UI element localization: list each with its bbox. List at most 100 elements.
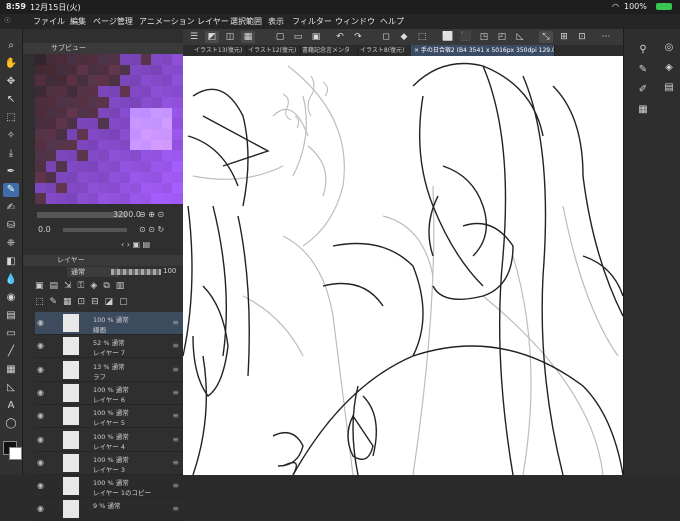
selection-tool-icon[interactable]: ⬚ (3, 111, 19, 125)
ruler-snap-icon[interactable]: ◺ (513, 31, 527, 43)
menu-window[interactable]: ウィンドウ (335, 16, 375, 27)
companion-icon[interactable]: ◫ (223, 31, 237, 43)
menu-page[interactable]: ページ管理 (93, 16, 133, 27)
layer-property-icon[interactable]: ▤ (662, 81, 676, 95)
clear-icon[interactable]: ◻ (379, 31, 393, 43)
app-logo-icon[interactable]: ☉ (4, 16, 11, 25)
ruler-tool-icon[interactable]: ◺ (3, 381, 19, 395)
zoom-controls-icon[interactable]: ⊖ ⊕ ⊙ (139, 210, 164, 220)
tab-illust8[interactable]: イラスト8(復元) (357, 45, 413, 56)
layer-row[interactable]: ◉ 9 % 通常 ≡ (35, 498, 183, 521)
snap-ruler-icon[interactable]: ⊡ (575, 31, 589, 43)
visibility-eye-icon[interactable]: ◉ (37, 318, 44, 327)
brush-tool-icon[interactable]: ✍ (3, 201, 19, 215)
tab-illust13[interactable]: イラスト13(復元) (191, 45, 247, 56)
redo-icon[interactable]: ↷ (351, 31, 365, 43)
subview-thumbnail[interactable] (35, 54, 183, 204)
rotation-controls-icon[interactable]: ⊙ ⊙ ↻ (139, 225, 164, 235)
menu-file[interactable]: ファイル (33, 16, 65, 27)
deselect-icon[interactable]: ⬜ (441, 31, 455, 43)
tab-active-document[interactable]: × 手の日合宿2 (B4 3541 x 5016px 350dpi 129.0%… (411, 45, 555, 56)
rotation-slider[interactable] (63, 228, 127, 232)
grid-icon[interactable]: ▦ (241, 31, 255, 43)
sub-tool-icon[interactable]: ✎ (636, 63, 650, 77)
quick-access-icon[interactable]: ◩ (205, 31, 219, 43)
color-set-icon[interactable]: ◈ (662, 61, 676, 75)
nav-extra-icons[interactable]: ‹ › ▣ ▤ (121, 240, 150, 250)
snap-special-icon[interactable]: ⤡ (539, 31, 553, 43)
blend-tool-icon[interactable]: 💧 (3, 273, 19, 287)
eyedropper-icon[interactable]: ⤓ (3, 147, 19, 161)
layer-row[interactable]: ◉ 100 % 通常 レイヤー 6 ≡ (35, 382, 183, 405)
opacity-slider[interactable] (111, 269, 161, 275)
layer-menu-icon[interactable]: ≡ (172, 458, 179, 467)
color-wheel-icon[interactable]: ◎ (662, 41, 676, 55)
pencil-tool-icon[interactable]: ✎ (3, 183, 19, 197)
select-layer-icon[interactable]: ◳ (477, 31, 491, 43)
more-icon[interactable]: ⋯ (599, 31, 613, 43)
visibility-eye-icon[interactable]: ◉ (37, 504, 44, 513)
visibility-eye-icon[interactable]: ◉ (37, 388, 44, 397)
layer-row[interactable]: ◉ 100 % 通常 レイヤー 4 ≡ (35, 429, 183, 452)
tab-book[interactable]: 書籍記念言メンタ (299, 45, 358, 56)
gradient-tool-icon[interactable]: ▤ (3, 309, 19, 323)
move-tool-icon[interactable]: ✥ (3, 75, 19, 89)
drawing-canvas[interactable] (183, 56, 623, 475)
menu-help[interactable]: ヘルプ (380, 16, 404, 27)
visibility-eye-icon[interactable]: ◉ (37, 435, 44, 444)
auto-select-icon[interactable]: ✧ (3, 129, 19, 143)
menu-edit[interactable]: 編集 (70, 16, 86, 27)
menu-view[interactable]: 表示 (268, 16, 284, 27)
balloon-tool-icon[interactable]: ◯ (3, 417, 19, 431)
sub-color-swatch[interactable] (9, 447, 22, 460)
figure-tool-icon[interactable]: ▭ (3, 327, 19, 341)
visibility-eye-icon[interactable]: ◉ (37, 458, 44, 467)
zoom-tool-icon[interactable]: ⌕ (3, 39, 19, 53)
visibility-eye-icon[interactable]: ◉ (37, 341, 44, 350)
undo-icon[interactable]: ↶ (333, 31, 347, 43)
invert-select-icon[interactable]: ⬛ (459, 31, 473, 43)
layer-row[interactable]: ◉ 100 % 通常 レイヤー 1のコピー ≡ (35, 475, 183, 499)
tab-illust12[interactable]: イラスト12(復元) (245, 45, 301, 56)
fill-icon[interactable]: ◆ (397, 31, 411, 43)
layer-menu-icon[interactable]: ≡ (172, 435, 179, 444)
layer-menu-icon[interactable]: ≡ (172, 481, 179, 490)
layer-row[interactable]: ◉ 100 % 通常 レイヤー 5 ≡ (35, 405, 183, 429)
decoration-tool-icon[interactable]: ❈ (3, 237, 19, 251)
open-file-icon[interactable]: ▭ (291, 31, 305, 43)
layer-command-icons-2[interactable]: ⬚✎▦⊡⊟◪▢ (35, 297, 183, 309)
pen-tool-icon[interactable]: ✒ (3, 165, 19, 179)
frame-tool-icon[interactable]: ▦ (3, 363, 19, 377)
airbrush-icon[interactable]: ⛁ (3, 219, 19, 233)
visibility-eye-icon[interactable]: ◉ (37, 365, 44, 374)
layer-row[interactable]: ◉ 100 % 通常 線画 ≡ (35, 312, 183, 335)
visibility-eye-icon[interactable]: ◉ (37, 411, 44, 420)
layer-folder-row[interactable]: ◉ 13 % 通常 ラフ ≡ (35, 359, 183, 382)
layer-menu-icon[interactable]: ≡ (172, 341, 179, 350)
sub-tool-detail-icon[interactable]: ▦ (636, 103, 650, 117)
save-icon[interactable]: ▣ (309, 31, 323, 43)
layer-menu-icon[interactable]: ≡ (172, 388, 179, 397)
tool-property-icon[interactable]: ✐ (636, 83, 650, 97)
layer-menu-icon[interactable]: ≡ (172, 318, 179, 327)
eraser-tool-icon[interactable]: ◧ (3, 255, 19, 269)
text-tool-icon[interactable]: A (3, 399, 19, 413)
operation-tool-icon[interactable]: ↖ (3, 93, 19, 107)
fill-tool-icon[interactable]: ◉ (3, 291, 19, 305)
transform-icon[interactable]: ⬚ (415, 31, 429, 43)
layer-menu-icon[interactable]: ≡ (172, 504, 179, 513)
menu-selection[interactable]: 選択範囲 (230, 16, 262, 27)
expand-select-icon[interactable]: ◰ (495, 31, 509, 43)
menu-icon[interactable]: ☰ (187, 31, 201, 43)
layer-menu-icon[interactable]: ≡ (172, 365, 179, 374)
menu-layer[interactable]: レイヤー (197, 16, 229, 27)
menu-animation[interactable]: アニメーション (139, 16, 195, 27)
visibility-eye-icon[interactable]: ◉ (37, 481, 44, 490)
layer-row[interactable]: ◉ 52 % 通常 レイヤー 7 ≡ (35, 335, 183, 359)
layer-menu-icon[interactable]: ≡ (172, 411, 179, 420)
brush-size-icon[interactable]: ⚲ (636, 43, 650, 57)
hand-tool-icon[interactable]: ✋ (3, 57, 19, 71)
line-tool-icon[interactable]: ╱ (3, 345, 19, 359)
menu-filter[interactable]: フィルター (292, 16, 332, 27)
layer-row[interactable]: ◉ 100 % 通常 レイヤー 3 ≡ (35, 452, 183, 475)
